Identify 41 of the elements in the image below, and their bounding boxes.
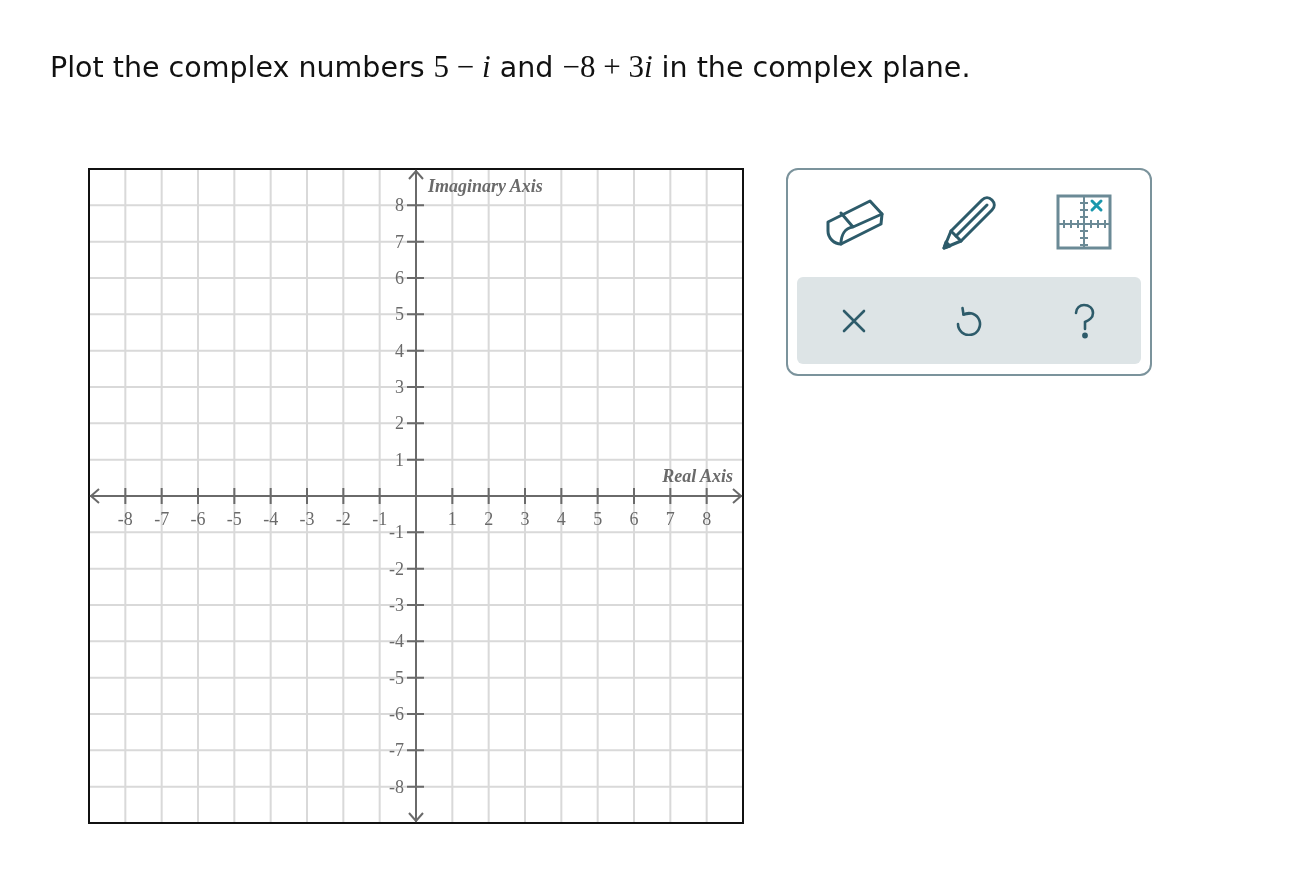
tick-label: 7 <box>665 509 675 529</box>
tick-label: 8 <box>702 509 712 529</box>
tick-label: 4 <box>395 340 404 361</box>
tick-label: 4 <box>556 509 566 529</box>
help-icon <box>1072 302 1095 339</box>
axis-title: Imaginary Axis <box>428 176 543 196</box>
tick-label: 6 <box>629 509 639 529</box>
eraser-icon <box>824 197 885 246</box>
close-icon <box>842 308 867 333</box>
tick-label: -3 <box>389 595 404 615</box>
tick-label: 3 <box>395 377 404 397</box>
tick-label: -5 <box>226 509 242 529</box>
tick-label: 8 <box>395 195 404 216</box>
tick-label: -4 <box>389 631 404 652</box>
tick-label: 6 <box>395 268 404 288</box>
tick-label: 5 <box>593 509 603 529</box>
undo-icon <box>955 305 983 336</box>
tick-label: -1 <box>372 509 388 529</box>
question-text: Plot the complex numbers 5 − i and −8 + 3i in the complex plane. <box>50 50 972 85</box>
tick-label: -8 <box>117 509 133 529</box>
tick-label: 2 <box>395 413 404 434</box>
tick-label: -2 <box>335 509 351 529</box>
tick-label: -8 <box>389 776 404 797</box>
tick-label: -7 <box>389 740 404 761</box>
tick-label: 7 <box>395 231 404 252</box>
axis-title: Real Axis <box>662 466 733 486</box>
tick-label: -6 <box>190 509 206 529</box>
graph-canvas[interactable]: -8 -7 -6 -5 -4 -3 -2 -1 1 2 3 4 5 6 7 8 -8 -7 -6 -5 -4 -3 -2 -1 1 2 3 4 5 6 7 8 Imaginary Axis Real Axis <box>88 168 744 824</box>
tick-label: 3 <box>520 509 530 529</box>
tick-label: -4 <box>263 509 279 529</box>
tick-label: -1 <box>389 522 404 543</box>
tick-label: -6 <box>389 704 404 724</box>
tick-label: 1 <box>395 449 404 470</box>
tick-label: -5 <box>389 667 404 688</box>
tick-label: 1 <box>447 509 457 529</box>
tick-label: 2 <box>484 509 494 529</box>
tick-label: -2 <box>389 558 404 579</box>
tick-label: -7 <box>154 509 170 529</box>
tick-label: -3 <box>299 509 315 529</box>
grid-point-icon <box>1055 193 1112 250</box>
tick-label: 5 <box>395 304 404 325</box>
